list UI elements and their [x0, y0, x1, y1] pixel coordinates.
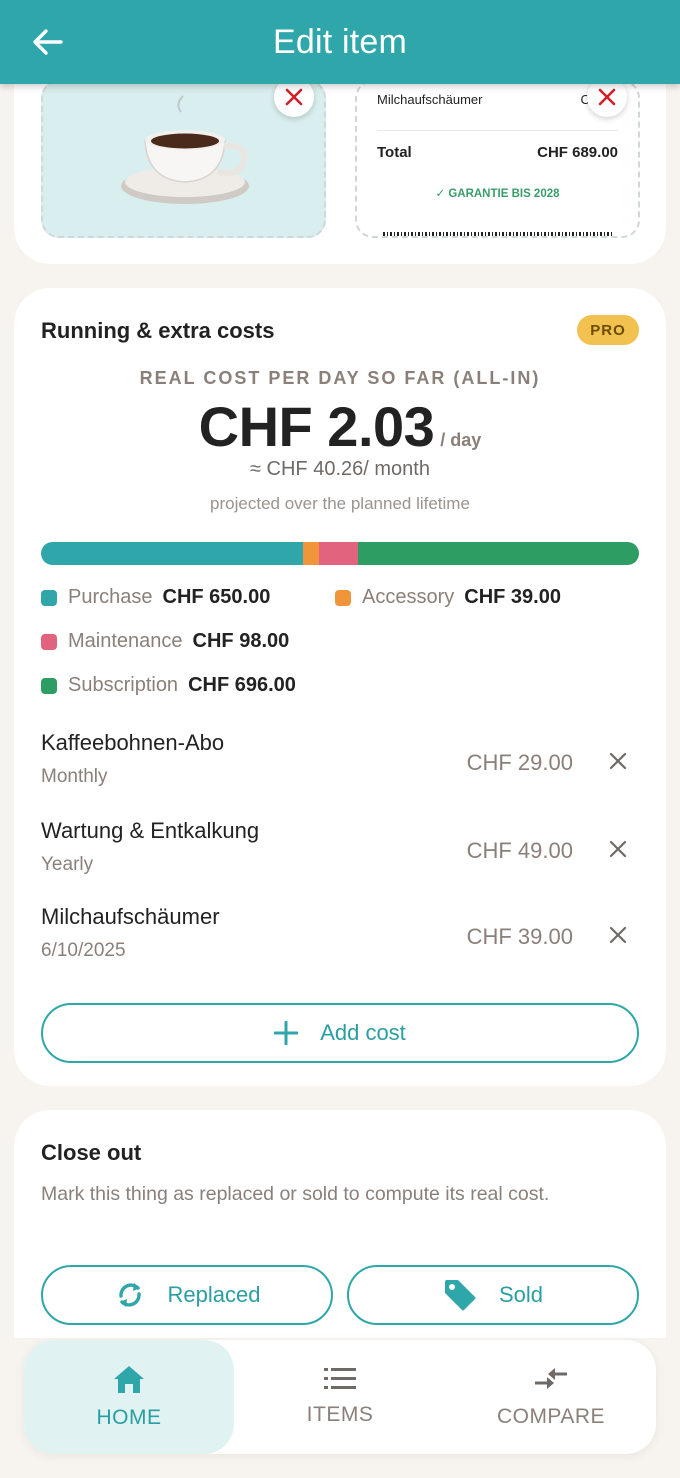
- remove-cost-button[interactable]: [603, 746, 633, 776]
- nav-compare[interactable]: COMPARE: [446, 1340, 656, 1454]
- close-icon: [609, 926, 627, 944]
- receipt-total-amount: CHF 689.00: [537, 144, 618, 161]
- nav-compare-label: COMPARE: [496, 1405, 606, 1428]
- replaced-button[interactable]: Replaced: [41, 1265, 333, 1325]
- legend-amount: CHF 39.00: [464, 586, 561, 608]
- home-icon: [114, 1366, 144, 1393]
- cost-item-date: 6/10/2025: [41, 940, 126, 961]
- receipt-item-row: Milchaufschäumer CHF 3: [377, 92, 618, 107]
- legend-maintenance: Maintenance CHF 98.00: [41, 630, 289, 653]
- cost-item-name: Milchaufschäumer: [41, 904, 220, 929]
- running-costs-title: Running & extra costs: [41, 318, 275, 343]
- legend-name: Purchase: [68, 586, 153, 608]
- cost-item-frequency: Monthly: [41, 766, 108, 787]
- legend-amount: CHF 696.00: [188, 674, 296, 696]
- kpi-note: projected over the planned lifetime: [210, 494, 470, 513]
- receipt-barcode: [383, 232, 612, 236]
- cost-item-name: Kaffeebohnen-Abo: [41, 730, 225, 755]
- back-button[interactable]: [28, 22, 68, 62]
- receipt-total-label: Total: [377, 144, 412, 161]
- app-bar: Edit item: [0, 0, 680, 84]
- cost-breakdown-bar: [41, 542, 639, 565]
- sync-icon: [118, 1283, 141, 1307]
- close-icon: [598, 88, 616, 106]
- cost-per-day-unit: / day: [440, 430, 482, 450]
- legend-swatch: [41, 677, 57, 694]
- list-icon: [324, 1368, 356, 1389]
- cost-item[interactable]: Kaffeebohnen-Abo Monthly CHF 29.00: [41, 730, 639, 800]
- kpi-label: REAL COST PER DAY SO FAR (ALL-IN): [139, 368, 541, 388]
- cost-item-frequency: Yearly: [41, 854, 94, 875]
- legend-swatch: [41, 633, 57, 650]
- cost-item-amount: CHF 49.00: [466, 838, 573, 863]
- receipt-content: Milchaufschäumer CHF 3 Total CHF 689.00 …: [377, 82, 618, 236]
- cost-item-amount: CHF 39.00: [466, 924, 573, 949]
- sold-label: Sold: [498, 1282, 544, 1307]
- receipt-total-row: Total CHF 689.00: [377, 144, 618, 161]
- legend-swatch: [335, 589, 351, 606]
- kpi-value-row: CHF 2.03/ day: [14, 394, 666, 459]
- legend-subscription: Subscription CHF 696.00: [41, 674, 296, 697]
- tag-icon: [444, 1280, 476, 1311]
- page-title: Edit item: [272, 22, 408, 61]
- running-costs-card: Running & extra costs PRO REAL COST PER …: [14, 288, 666, 1086]
- cost-per-month: ≈ CHF 40.26/ month: [250, 458, 430, 480]
- legend-name: Accessory: [362, 586, 455, 608]
- legend-amount: CHF 650.00: [162, 586, 271, 608]
- remove-cost-button[interactable]: [603, 920, 633, 950]
- add-cost-button[interactable]: Add cost: [41, 1003, 639, 1063]
- legend-name: Maintenance: [68, 630, 183, 652]
- plus-icon: [274, 1021, 299, 1045]
- close-icon: [609, 752, 627, 770]
- compare-arrows-icon: [535, 1368, 567, 1389]
- bottom-nav: HOME ITEMS COMPARE: [24, 1340, 656, 1454]
- add-cost-label: Add cost: [320, 1020, 406, 1045]
- nav-home-label: HOME: [96, 1406, 162, 1429]
- legend-name: Subscription: [68, 674, 179, 696]
- receipt-guarantee: ✓ GARANTIE BIS 2028: [435, 188, 560, 200]
- sold-button[interactable]: Sold: [347, 1265, 639, 1325]
- bar-segment-purchase: [41, 542, 304, 565]
- cost-per-day-value: CHF 2.03: [198, 395, 435, 458]
- legend-amount: CHF 98.00: [192, 630, 290, 652]
- legend-swatch: [41, 589, 57, 606]
- nav-items-label: ITEMS: [306, 1403, 374, 1426]
- pro-badge: PRO: [577, 315, 639, 345]
- cost-item-amount: CHF 29.00: [466, 750, 573, 775]
- arrow-left-icon: [33, 29, 63, 55]
- nav-home[interactable]: HOME: [24, 1340, 234, 1454]
- legend-accessory: Accessory CHF 39.00: [335, 586, 561, 609]
- cost-item[interactable]: Milchaufschäumer 6/10/2025 CHF 39.00: [41, 904, 639, 974]
- legend-purchase: Purchase CHF 650.00: [41, 586, 270, 609]
- replaced-label: Replaced: [167, 1282, 261, 1307]
- remove-cost-button[interactable]: [603, 834, 633, 864]
- close-icon: [285, 88, 303, 106]
- receipt-divider: [377, 130, 618, 131]
- nav-items[interactable]: ITEMS: [235, 1340, 445, 1454]
- close-out-title: Close out: [41, 1140, 142, 1165]
- close-icon: [609, 840, 627, 858]
- cost-item-name: Wartung & Entkalkung: [41, 818, 260, 843]
- cost-item[interactable]: Wartung & Entkalkung Yearly CHF 49.00: [41, 818, 639, 888]
- receipt-item-name: Milchaufschäumer: [377, 92, 483, 107]
- close-out-description: Mark this thing as replaced or sold to c…: [41, 1183, 550, 1205]
- bar-segment-subscription: [358, 542, 639, 565]
- bar-segment-accessory: [303, 542, 319, 565]
- bar-segment-maintenance: [318, 542, 359, 565]
